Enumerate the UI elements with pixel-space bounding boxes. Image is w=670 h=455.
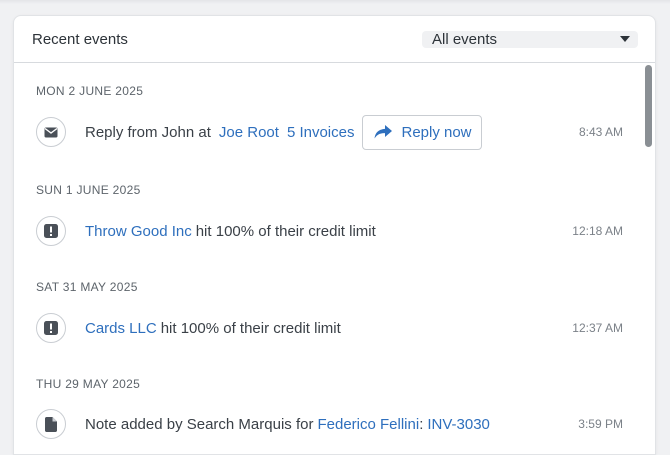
chevron-down-icon <box>620 36 630 42</box>
event-text: hit 100% of their credit limit <box>195 222 376 240</box>
event-text: Note added by Search Marquis for <box>85 415 314 433</box>
event-time: 12:37 AM <box>572 321 623 335</box>
reply-now-button[interactable]: Reply now <box>362 114 482 150</box>
document-icon <box>36 409 66 439</box>
scrollbar-thumb[interactable] <box>645 65 652 147</box>
event-row: Reply from John at Joe Root 5 Invoices R… <box>36 114 623 150</box>
customer-link[interactable]: Throw Good Inc <box>85 223 192 240</box>
event-text: Reply from John at <box>85 123 211 141</box>
event-row: Cards LLC hit 100% of their credit limit… <box>36 311 623 345</box>
events-feed[interactable]: MON 2 JUNE 2025 Reply from John at Joe R… <box>14 63 655 454</box>
top-shadow <box>0 0 670 4</box>
date-heading: SUN 1 JUNE 2025 <box>36 183 141 197</box>
date-heading: SAT 31 MAY 2025 <box>36 280 138 294</box>
card-header: Recent events All events <box>14 16 655 63</box>
date-heading: MON 2 JUNE 2025 <box>36 84 144 98</box>
contact-link[interactable]: Federico Fellini <box>317 416 419 433</box>
event-time: 12:18 AM <box>572 224 623 238</box>
event-text: hit 100% of their credit limit <box>160 319 341 337</box>
event-time: 8:43 AM <box>578 125 623 139</box>
event-row: Note added by Search Marquis for Federic… <box>36 407 623 441</box>
event-time: 3:59 PM <box>578 417 623 431</box>
card-title: Recent events <box>32 30 128 48</box>
customer-link[interactable]: Cards LLC <box>85 320 157 337</box>
contact-link[interactable]: Joe Root <box>219 124 279 141</box>
separator-text: : <box>419 415 424 433</box>
recent-events-card: Recent events All events MON 2 JUNE 2025… <box>13 15 656 455</box>
exclamation-icon <box>36 216 66 246</box>
events-filter-select[interactable]: All events <box>422 30 638 48</box>
date-heading: THU 29 MAY 2025 <box>36 377 141 391</box>
share-arrow-icon <box>374 125 393 139</box>
filter-selected-value: All events <box>432 30 498 48</box>
exclamation-icon <box>36 313 66 343</box>
invoice-link[interactable]: INV-3030 <box>427 416 490 433</box>
invoices-link[interactable]: 5 Invoices <box>287 124 355 141</box>
event-row: Throw Good Inc hit 100% of their credit … <box>36 214 623 248</box>
envelope-icon <box>36 117 66 147</box>
reply-now-label: Reply now <box>401 123 472 141</box>
